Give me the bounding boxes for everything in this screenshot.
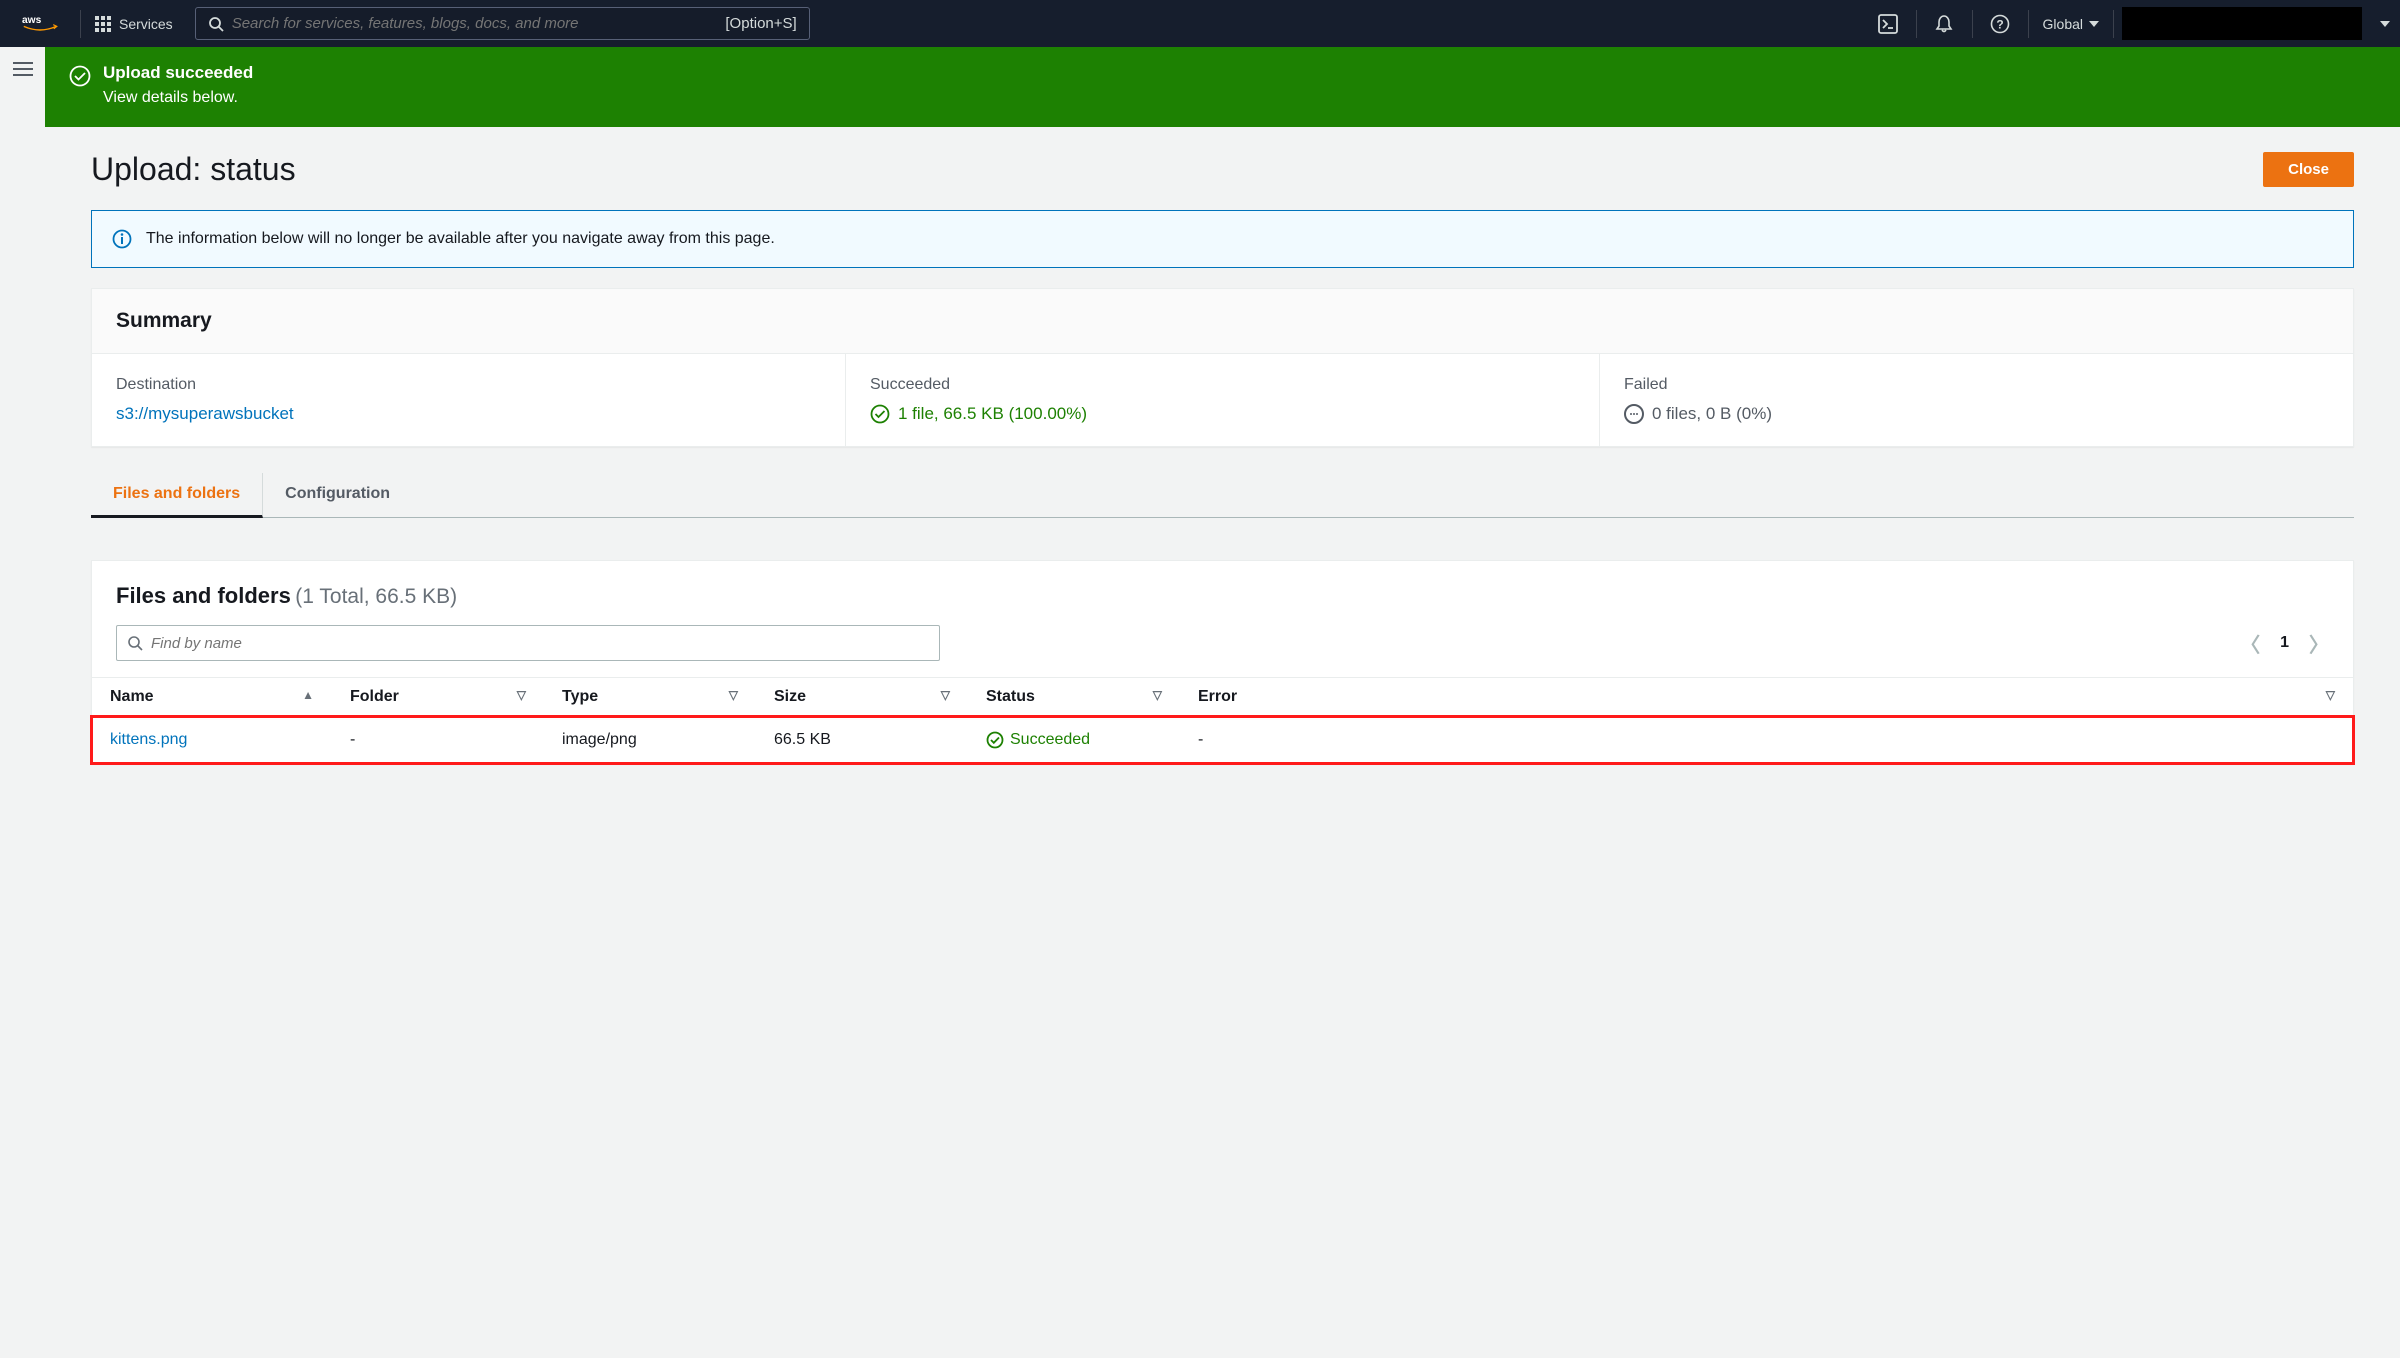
svg-text:?: ?	[1996, 17, 2003, 31]
files-title: Files and folders	[116, 583, 291, 608]
menu-icon	[13, 61, 33, 77]
banner-subtitle: View details below.	[103, 89, 253, 107]
nav-divider	[2113, 10, 2114, 38]
side-nav-toggle[interactable]	[13, 61, 33, 788]
services-label: Services	[119, 16, 173, 32]
page-header: Upload: status Close	[91, 151, 2354, 188]
grid-icon	[95, 16, 111, 32]
bell-icon	[1934, 14, 1954, 34]
account-caret[interactable]	[2370, 21, 2400, 27]
destination-link[interactable]: s3://mysuperawsbucket	[116, 404, 294, 424]
pagination: 〈 1 〉	[2240, 629, 2329, 658]
sort-icon: ▽	[941, 688, 950, 702]
cloudshell-icon	[1878, 14, 1898, 34]
top-navigation: aws Services [Option+S] ? Global	[0, 0, 2400, 47]
status-neutral-icon	[1624, 404, 1644, 424]
success-check-icon	[986, 731, 1004, 749]
services-menu-button[interactable]: Services	[81, 16, 187, 32]
left-rail	[0, 47, 45, 788]
col-error[interactable]: Error▽	[1180, 678, 2353, 717]
summary-heading: Summary	[116, 309, 2329, 333]
pagination-current: 1	[2280, 634, 2289, 652]
info-alert: The information below will no longer be …	[91, 210, 2354, 268]
sort-icon: ▽	[517, 688, 526, 702]
filter-input[interactable]	[151, 635, 929, 652]
summary-failed: Failed 0 files, 0 B (0%)	[1600, 354, 2353, 446]
file-status: Succeeded	[986, 731, 1162, 749]
sort-icon: ▽	[729, 688, 738, 702]
col-folder[interactable]: Folder▽	[332, 678, 544, 717]
failed-label: Failed	[1624, 376, 2329, 394]
info-icon	[112, 229, 132, 249]
col-type[interactable]: Type▽	[544, 678, 756, 717]
summary-container: Summary Destination s3://mysuperawsbucke…	[91, 288, 2354, 447]
account-menu[interactable]	[2122, 7, 2362, 40]
chevron-down-icon	[2089, 21, 2099, 27]
search-icon	[127, 635, 143, 651]
succeeded-label: Succeeded	[870, 376, 1575, 394]
search-bar[interactable]: [Option+S]	[195, 7, 810, 40]
file-type: image/png	[544, 717, 756, 764]
search-shortcut: [Option+S]	[725, 15, 796, 32]
success-check-icon	[69, 65, 91, 87]
sort-asc-icon: ▲	[302, 688, 314, 702]
result-tabs: Files and folders Configuration	[91, 473, 2354, 518]
svg-text:aws: aws	[22, 14, 42, 25]
search-icon	[208, 16, 224, 32]
table-row: kittens.png - image/png 66.5 KB Succeede…	[92, 717, 2353, 764]
sort-icon: ▽	[1153, 688, 1162, 702]
info-alert-message: The information below will no longer be …	[146, 230, 775, 248]
upload-success-banner: Upload succeeded View details below.	[45, 47, 2400, 127]
file-folder: -	[332, 717, 544, 764]
banner-title: Upload succeeded	[103, 63, 253, 83]
chevron-down-icon	[2380, 21, 2390, 27]
summary-destination: Destination s3://mysuperawsbucket	[92, 354, 846, 446]
aws-logo[interactable]: aws	[0, 13, 80, 35]
help-button[interactable]: ?	[1973, 0, 2028, 47]
pagination-prev[interactable]: 〈	[2240, 629, 2260, 658]
summary-succeeded: Succeeded 1 file, 66.5 KB (100.00%)	[846, 354, 1600, 446]
page-title: Upload: status	[91, 151, 296, 188]
tab-configuration[interactable]: Configuration	[263, 473, 412, 517]
col-size[interactable]: Size▽	[756, 678, 968, 717]
files-container: Files and folders (1 Total, 66.5 KB) 〈 1…	[91, 560, 2354, 764]
close-button[interactable]: Close	[2263, 152, 2354, 187]
cloudshell-button[interactable]	[1861, 0, 1916, 47]
succeeded-value: 1 file, 66.5 KB (100.00%)	[898, 404, 1087, 424]
files-subtitle: (1 Total, 66.5 KB)	[295, 585, 457, 608]
help-icon: ?	[1990, 14, 2010, 34]
file-error: -	[1180, 717, 2353, 764]
file-name-link[interactable]: kittens.png	[110, 731, 187, 748]
tab-files-and-folders[interactable]: Files and folders	[91, 473, 263, 518]
search-input[interactable]	[232, 15, 726, 32]
col-name[interactable]: Name▲	[92, 678, 332, 717]
sort-icon: ▽	[2326, 688, 2335, 702]
failed-value: 0 files, 0 B (0%)	[1652, 404, 1772, 424]
region-selector[interactable]: Global	[2029, 16, 2113, 32]
success-check-icon	[870, 404, 890, 424]
col-status[interactable]: Status▽	[968, 678, 1180, 717]
destination-label: Destination	[116, 376, 821, 394]
files-table: Name▲ Folder▽ Type▽ Size▽ Status▽ Error▽…	[92, 677, 2353, 763]
pagination-next[interactable]: 〉	[2309, 629, 2329, 658]
notifications-button[interactable]	[1917, 0, 1972, 47]
region-label: Global	[2043, 16, 2083, 32]
filter-input-wrapper[interactable]	[116, 625, 940, 661]
file-size: 66.5 KB	[756, 717, 968, 764]
